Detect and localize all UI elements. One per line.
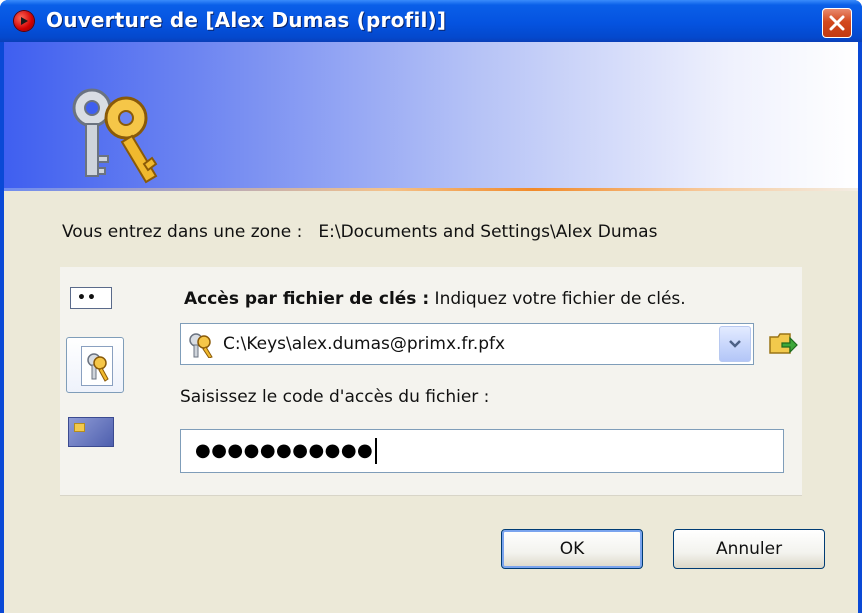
smart-card-icon	[74, 423, 85, 432]
access-label-rest: Indiquez votre fichier de clés.	[429, 289, 686, 309]
text-caret	[375, 438, 378, 464]
access-code-label: Saisissez le code d'accès du fichier :	[180, 387, 490, 407]
dialog-client-area: Vous entrez dans une zone : E:\Documents …	[4, 42, 858, 613]
close-x-icon	[829, 15, 845, 31]
cancel-button[interactable]: Annuler	[673, 529, 825, 569]
key-file-combobox[interactable]: C:\Keys\alex.dumas@primx.fr.pfx	[180, 323, 754, 365]
ok-button[interactable]: OK	[501, 529, 643, 569]
zone-info: Vous entrez dans une zone : E:\Documents …	[62, 222, 657, 242]
dialog-window: Ouverture de [Alex Dumas (profil)] Vous …	[0, 0, 862, 613]
zone-label: Vous entrez dans une zone :	[62, 222, 303, 242]
key-file-small-icon	[189, 333, 213, 358]
chevron-down-icon	[729, 340, 741, 348]
close-button[interactable]	[822, 8, 852, 38]
password-dots-icon: ••	[77, 290, 97, 306]
access-panel: •• Accès par fichier de clés : Indiquez …	[60, 267, 802, 495]
access-code-masked: ●●●●●●●●●●●	[195, 438, 378, 464]
banner-divider	[4, 188, 858, 191]
access-code-input[interactable]: ●●●●●●●●●●●	[180, 429, 784, 473]
key-file-value: C:\Keys\alex.dumas@primx.fr.pfx	[223, 334, 506, 354]
mode-password-button[interactable]: ••	[70, 287, 112, 309]
mode-smart-card-button[interactable]	[68, 417, 114, 447]
window-title: Ouverture de [Alex Dumas (profil)]	[46, 8, 447, 32]
access-label: Accès par fichier de clés : Indiquez vot…	[184, 289, 686, 309]
red-circle-arrow-icon	[14, 11, 34, 31]
mode-key-file-button[interactable]	[66, 337, 124, 393]
title-bar[interactable]: Ouverture de [Alex Dumas (profil)]	[0, 0, 862, 42]
dropdown-arrow-button[interactable]	[719, 326, 751, 362]
keys-icon	[72, 88, 158, 184]
zone-path: E:\Documents and Settings\Alex Dumas	[318, 222, 658, 242]
access-label-bold: Accès par fichier de clés :	[184, 289, 430, 309]
key-file-icon	[81, 346, 113, 386]
browse-folder-icon[interactable]	[768, 329, 798, 357]
header-banner	[4, 42, 858, 190]
